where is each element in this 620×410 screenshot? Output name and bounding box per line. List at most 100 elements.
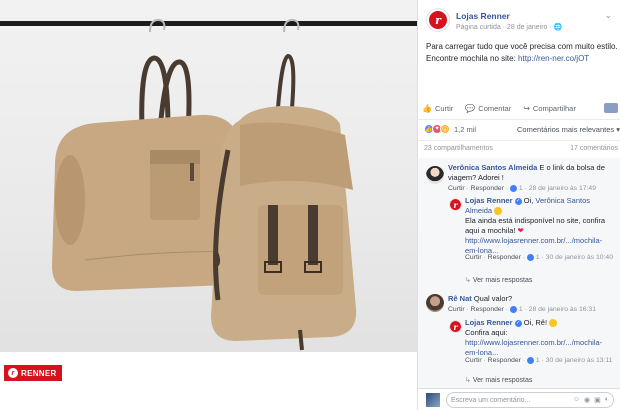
reply-body: Lojas Renner ✓ Oi, Rê! Confira aqui: htt… [465,318,615,358]
like-count-icon [509,184,517,192]
composer-icons: ☺ ◉ ▣ ◐ [573,396,609,404]
bags-illustration [0,18,417,351]
post-photo[interactable]: r RENNER [0,0,417,410]
comment-like-count: 1 [518,185,523,192]
renner-logo-icon: r [450,321,461,332]
reply-arrow-icon: ↳ [465,377,471,384]
renner-logo-icon: r [429,11,447,29]
divider [418,119,620,120]
reply-text-prefix: Oi, [521,196,536,205]
comment-body: Verônica Santos Almeida E o link da bols… [448,163,616,183]
comment-time[interactable]: 28 de janeiro às 17:49 [529,185,596,192]
page-avatar[interactable]: r [449,320,462,333]
more-replies-label: Ver mais respostas [472,277,533,284]
comment-time[interactable]: 28 de janeiro às 16:31 [529,306,596,313]
more-replies-label: Ver mais respostas [472,377,533,384]
post-meta: Página curtida · 28 de janeiro · 🌐 [456,23,562,31]
more-replies-link[interactable]: ↳ Ver mais respostas [465,276,532,284]
user-avatar [426,393,440,407]
comment-meta: Curtir · Responder · 1 · 28 de janeiro à… [448,184,596,192]
reply-author[interactable]: Lojas Renner [465,196,513,205]
comment-like-link[interactable]: Curtir [448,185,465,192]
renner-brand-text: RENNER [21,368,57,378]
comment-reply-link[interactable]: Responder [471,306,504,313]
comments-list: Verônica Santos Almeida E o link da bols… [418,158,620,388]
thumbs-up-icon: 👍 [422,103,432,113]
comment-input[interactable]: Escreva um comentário... ☺ ◉ ▣ ◐ [446,392,614,408]
reply-time[interactable]: 30 de janeiro às 13:11 [546,357,613,364]
renner-logo: r RENNER [4,365,62,381]
comment-icon: 💬 [465,103,476,113]
comments-count[interactable]: 17 comentários [570,145,618,152]
avatar[interactable] [426,294,444,312]
comment-body: Rê Nat Qual valor? [448,294,616,304]
share-button[interactable]: ↪ Compartilhar [523,104,576,113]
smile-emoji-icon [549,319,558,328]
reply-body: Lojas Renner ✓ Oi, Verônica Santos Almei… [465,196,615,256]
smile-emoji-icon [494,207,503,216]
reply-like-count: 1 [535,254,540,261]
share-icon: ↪ [523,103,530,113]
reply-reply-link[interactable]: Responder [488,254,521,261]
photo-footer [0,352,417,410]
verified-badge-icon: ✓ [514,197,522,205]
comment-sort-dropdown[interactable]: Comentários mais relevantes ▾ [517,125,620,134]
shares-count[interactable]: 23 compartilhamentos [424,145,493,152]
renner-r-icon: r [8,368,18,378]
renner-logo-icon: r [450,199,461,210]
comment-button[interactable]: 💬 Comentar [465,104,511,113]
post-actions: 👍 Curtir 💬 Comentar ↪ Compartilhar [422,100,618,116]
post-sidebar: r Lojas Renner Página curtida · 28 de ja… [417,0,620,410]
sticker-icon[interactable]: ◐ [605,396,609,404]
page-avatar[interactable]: r [426,8,450,32]
reply-arrow-icon: ↳ [465,277,471,284]
like-label: Curtir [434,103,454,113]
avatar[interactable] [426,166,444,184]
emoji-icon[interactable]: ☺ [573,396,580,404]
chevron-down-icon[interactable]: ⌄ [604,10,612,21]
reply-time[interactable]: 30 de janeiro às 10:40 [546,254,613,261]
comment-author[interactable]: Verônica Santos Almeida [448,163,537,172]
reply-text: Confira aqui: [465,328,508,337]
verified-badge-icon: ✓ [514,319,522,327]
globe-icon: 🌐 [553,24,563,31]
like-count-icon [509,305,517,313]
like-count-icon [526,253,534,261]
reply-like-count: 1 [535,357,540,364]
reply-like-link[interactable]: Curtir [465,254,482,261]
divider [418,140,620,141]
comment-meta: Curtir · Responder · 1 · 28 de janeiro à… [448,305,596,313]
page-name-link[interactable]: Lojas Renner [456,11,510,21]
reply-meta: Curtir · Responder · 1 · 30 de janeiro à… [465,253,613,261]
reaction-count[interactable]: 1,2 mil [454,125,476,134]
comment-author[interactable]: Rê Nat [448,294,472,303]
like-count-icon [526,356,534,364]
post-header: r Lojas Renner Página curtida · 28 de ja… [426,8,616,36]
wow-reaction-icon[interactable]: 😮 [440,124,450,134]
heart-emoji-icon: ❤ [517,226,524,235]
post-link[interactable]: http://ren-ner.co/jOT [518,54,589,63]
comment-placeholder: Escreva um comentário... [451,396,531,404]
comment-text: Qual valor? [471,294,513,303]
share-label: Compartilhar [532,103,576,113]
like-button[interactable]: 👍 Curtir [422,104,453,113]
comment-like-count: 1 [518,306,523,313]
gif-icon[interactable]: ▣ [594,396,601,404]
comment-label: Comentar [478,103,512,113]
reply-meta: Curtir · Responder · 1 · 30 de janeiro à… [465,356,613,364]
comment-reply-link[interactable]: Responder [471,185,504,192]
reply-reply-link[interactable]: Responder [488,357,521,364]
reply-like-link[interactable]: Curtir [465,357,482,364]
reply-text-prefix: Oi, Rê! [521,318,550,327]
stats-row: 23 compartilhamentos 17 comentários [424,145,618,152]
comment-like-link[interactable]: Curtir [448,306,465,313]
camera-icon[interactable]: ◉ [584,396,590,404]
post-text: Para carregar tudo que você precisa com … [426,41,618,65]
reply-link[interactable]: http://www.lojasrenner.com.br/.../mochil… [465,338,602,357]
profile-switcher-icon[interactable] [604,103,618,113]
post-meta-text: Página curtida · 28 de janeiro · [456,24,554,31]
more-replies-link[interactable]: ↳ Ver mais respostas [465,376,532,384]
reply-author[interactable]: Lojas Renner [465,318,513,327]
page-avatar[interactable]: r [449,198,462,211]
comment-composer: Escreva um comentário... ☺ ◉ ▣ ◐ [418,388,620,410]
